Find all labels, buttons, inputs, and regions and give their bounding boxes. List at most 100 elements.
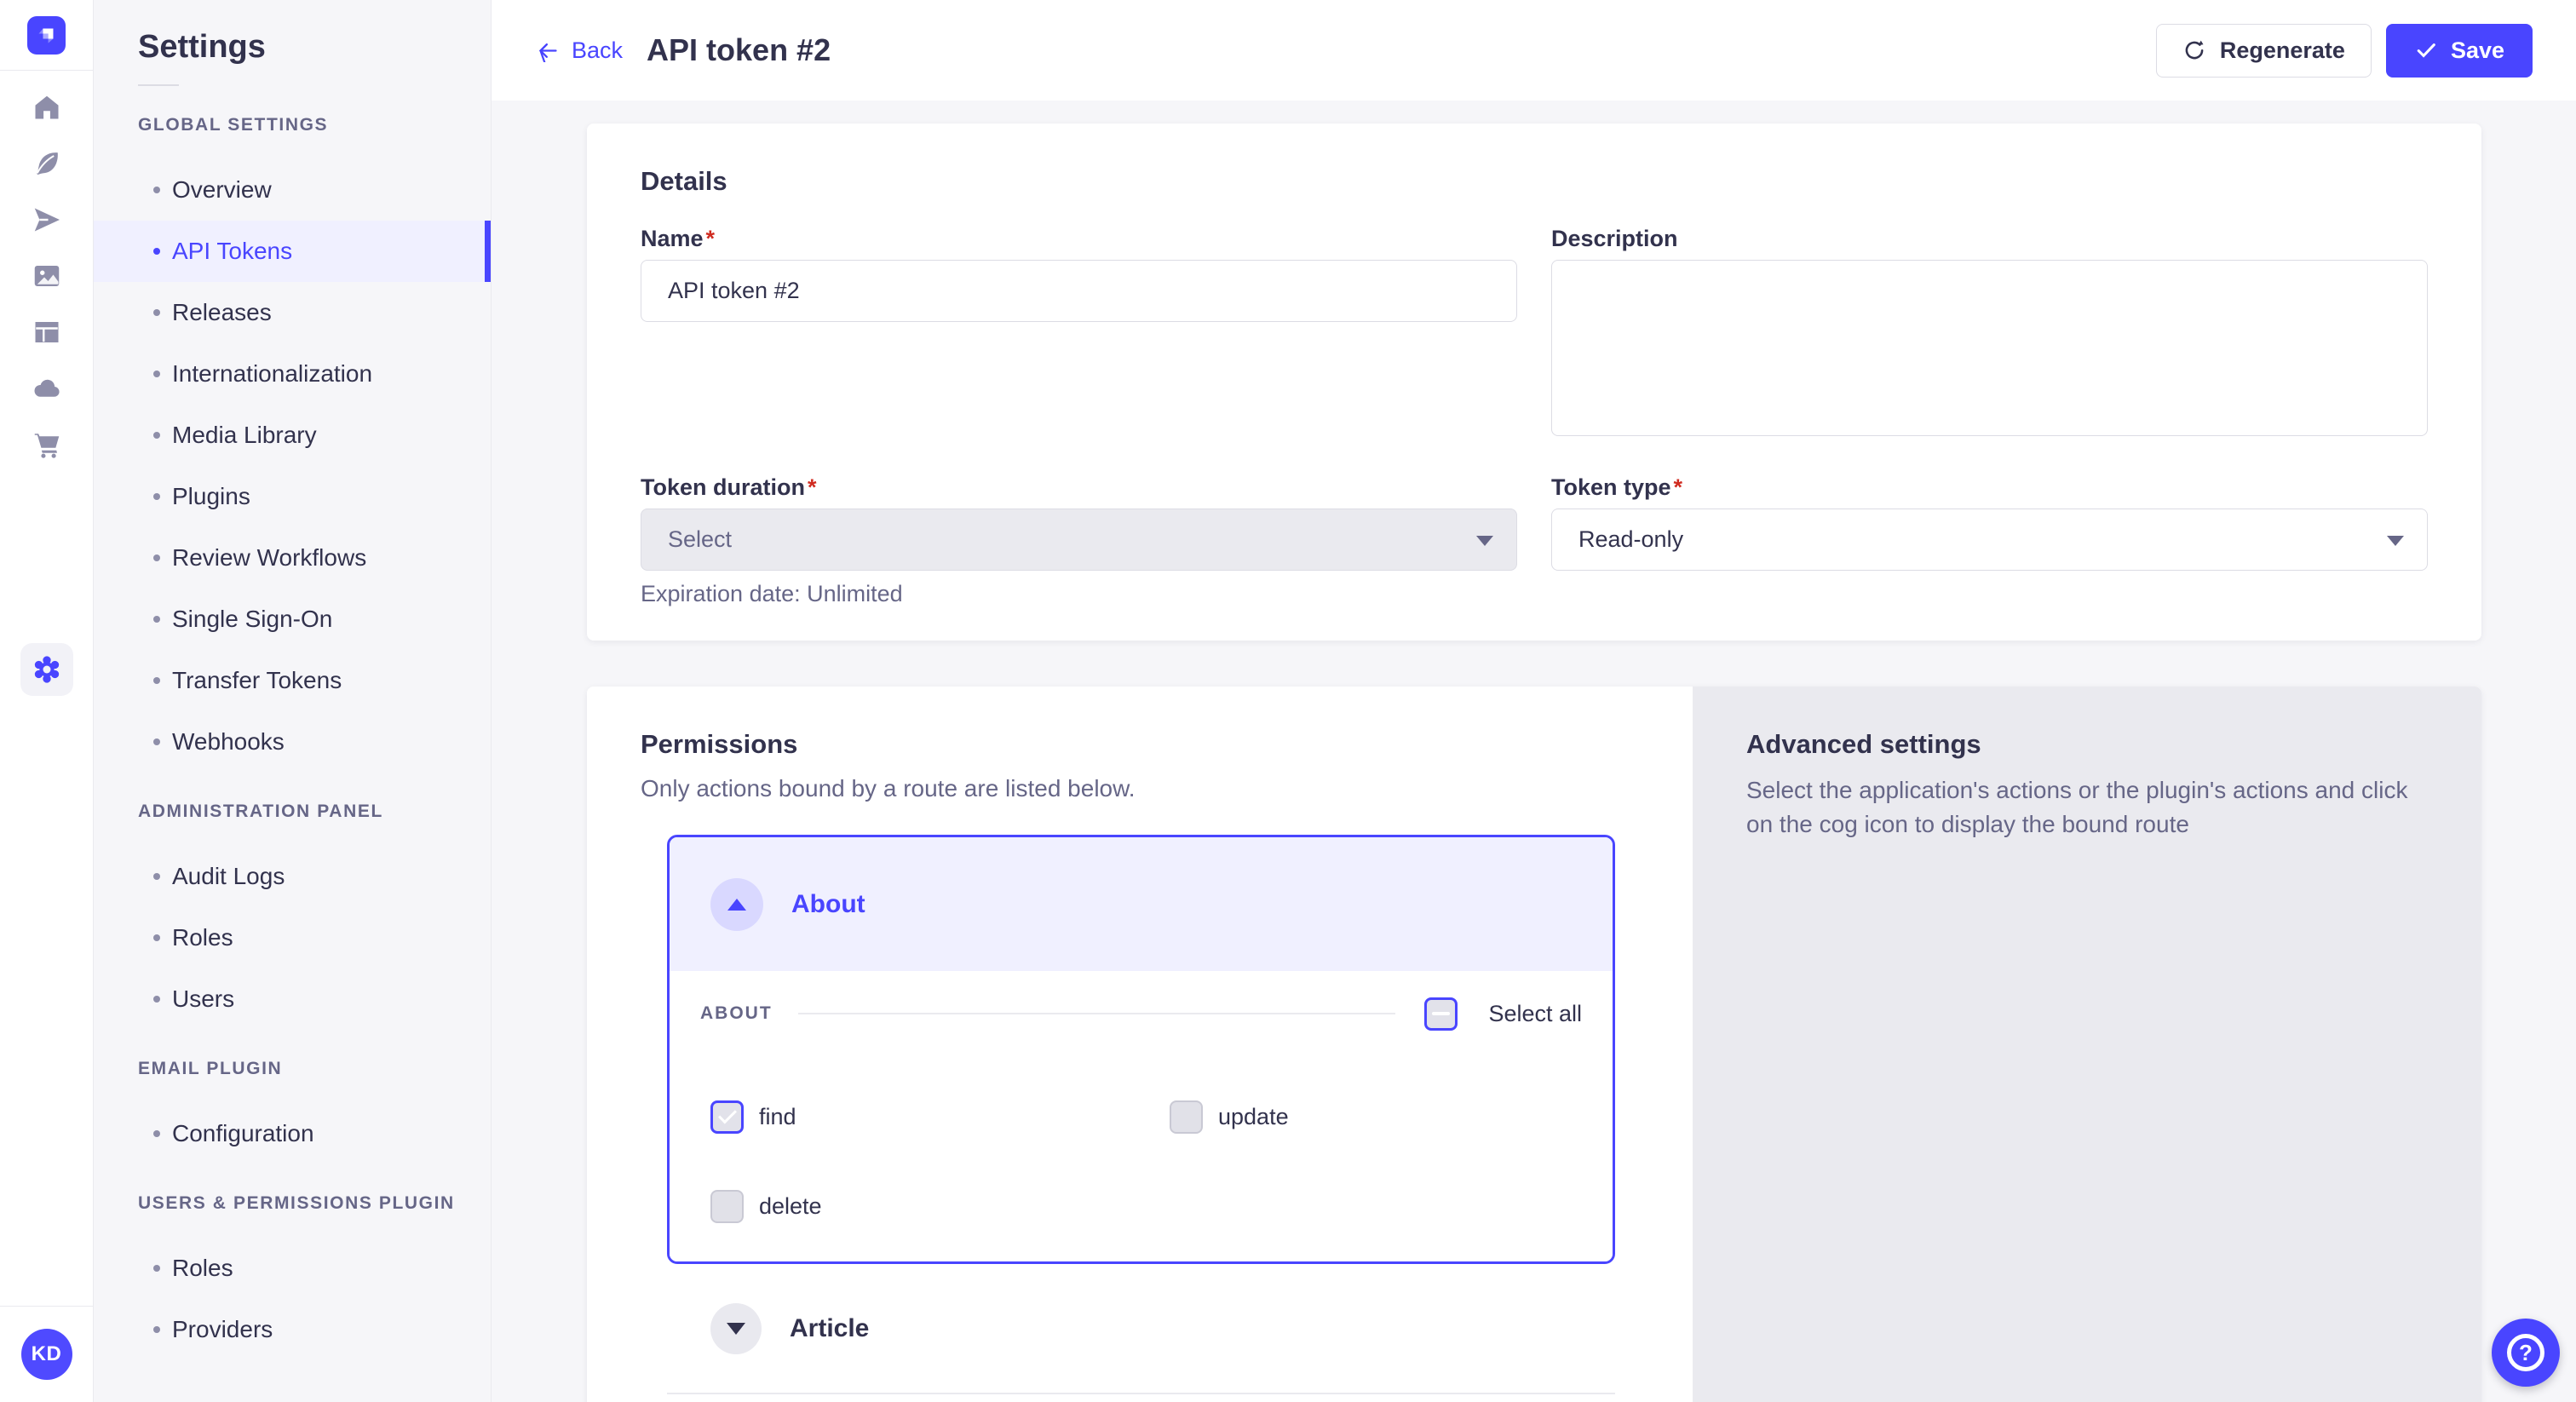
advanced-settings-text: Select the application's actions or the … bbox=[1746, 773, 2428, 842]
settings-sidebar: Settings GLOBAL SETTINGS Overview API To… bbox=[94, 0, 492, 1402]
sidebar-item-plugins[interactable]: Plugins bbox=[94, 466, 491, 527]
find-label: find bbox=[759, 1104, 796, 1130]
select-all-control[interactable]: Select all bbox=[1424, 997, 1582, 1031]
name-field-group: Name* bbox=[641, 224, 1517, 440]
type-field-group: Token type* Read-only bbox=[1551, 473, 2428, 607]
chevron-down-icon bbox=[2387, 536, 2404, 546]
accordion-article-title: Article bbox=[790, 1314, 869, 1343]
accordion-about-header[interactable]: About bbox=[670, 837, 1613, 971]
advanced-settings-title: Advanced settings bbox=[1746, 727, 2428, 761]
layout-icon[interactable] bbox=[0, 304, 94, 360]
sidebar-item-admin-roles[interactable]: Roles bbox=[94, 907, 491, 968]
token-type-label: Token type* bbox=[1551, 473, 2428, 502]
feather-icon[interactable] bbox=[0, 135, 94, 192]
sidebar-item-transfer-tokens[interactable]: Transfer Tokens bbox=[94, 650, 491, 711]
accordion-about: About ABOUT Select all bbox=[667, 835, 1615, 1264]
sidebar-item-media-library[interactable]: Media Library bbox=[94, 405, 491, 466]
accordion-article-header[interactable]: Article bbox=[667, 1264, 1615, 1394]
save-button[interactable]: Save bbox=[2386, 24, 2533, 78]
regenerate-label: Regenerate bbox=[2220, 37, 2345, 64]
back-link[interactable]: Back bbox=[537, 37, 623, 64]
sidebar-item-review-workflows[interactable]: Review Workflows bbox=[94, 527, 491, 589]
gear-icon-active[interactable] bbox=[20, 643, 73, 696]
description-textarea[interactable] bbox=[1551, 260, 2428, 436]
avatar[interactable]: KD bbox=[21, 1329, 72, 1380]
required-asterisk: * bbox=[706, 226, 716, 251]
permissions-card: Permissions Only actions bound by a rout… bbox=[587, 687, 2481, 1402]
details-form: Name* Description Token duration* Select… bbox=[641, 224, 2428, 607]
email-plugin-list: Configuration bbox=[94, 1103, 491, 1164]
required-asterisk: * bbox=[808, 474, 817, 500]
expiration-hint: Expiration date: Unlimited bbox=[641, 581, 1517, 607]
section-label-users-permissions-plugin: USERS & PERMISSIONS PLUGIN bbox=[138, 1193, 491, 1214]
cloud-icon[interactable] bbox=[0, 360, 94, 417]
rail-nav bbox=[0, 71, 93, 696]
icon-rail: KD bbox=[0, 0, 94, 1402]
sidebar-item-overview[interactable]: Overview bbox=[94, 159, 491, 221]
refresh-icon bbox=[2182, 38, 2206, 62]
permissions-title: Permissions bbox=[641, 727, 1639, 761]
sidebar-item-audit-logs[interactable]: Audit Logs bbox=[94, 846, 491, 907]
sidebar-title: Settings bbox=[138, 29, 491, 66]
name-input[interactable] bbox=[641, 260, 1517, 322]
find-checkbox[interactable] bbox=[710, 1100, 744, 1134]
regenerate-button[interactable]: Regenerate bbox=[2156, 24, 2372, 78]
select-all-checkbox[interactable] bbox=[1424, 997, 1458, 1031]
sidebar-item-up-roles[interactable]: Roles bbox=[94, 1238, 491, 1299]
main-area: Back API token #2 Regenerate Save Detail… bbox=[492, 0, 2576, 1402]
sidebar-item-single-sign-on[interactable]: Single Sign-On bbox=[94, 589, 491, 650]
help-button[interactable]: ? bbox=[2492, 1319, 2560, 1387]
chevron-up-icon bbox=[727, 899, 746, 911]
sidebar-item-providers[interactable]: Providers bbox=[94, 1299, 491, 1360]
duration-field-group: Token duration* Select Expiration date: … bbox=[641, 473, 1517, 607]
permissions-panel: Permissions Only actions bound by a rout… bbox=[587, 687, 1693, 1402]
permissions-subtitle: Only actions bound by a route are listed… bbox=[641, 773, 1639, 804]
accordion-about-body: ABOUT Select all find bbox=[670, 971, 1613, 1261]
action-delete[interactable]: delete bbox=[710, 1190, 1170, 1223]
sidebar-item-api-tokens[interactable]: API Tokens bbox=[94, 221, 491, 282]
paper-plane-icon[interactable] bbox=[0, 192, 94, 248]
chevron-down-icon bbox=[1476, 536, 1493, 546]
home-icon[interactable] bbox=[0, 79, 94, 135]
update-checkbox[interactable] bbox=[1170, 1100, 1203, 1134]
sidebar-item-webhooks[interactable]: Webhooks bbox=[94, 711, 491, 773]
sidebar-divider bbox=[138, 84, 179, 86]
action-find[interactable]: find bbox=[710, 1100, 1170, 1134]
section-label-global-settings: GLOBAL SETTINGS bbox=[138, 115, 491, 135]
check-icon bbox=[2414, 38, 2438, 62]
page-content: Details Name* Description Token duration… bbox=[492, 101, 2576, 1402]
about-section-row: ABOUT Select all bbox=[700, 971, 1582, 1056]
token-type-value: Read-only bbox=[1578, 526, 1683, 553]
about-section-label: ABOUT bbox=[700, 1003, 773, 1024]
rail-logo-area bbox=[0, 0, 93, 71]
page-title: API token #2 bbox=[647, 32, 831, 68]
sidebar-item-internationalization[interactable]: Internationalization bbox=[94, 343, 491, 405]
advanced-settings-panel: Advanced settings Select the application… bbox=[1693, 687, 2481, 1402]
sidebar-item-releases[interactable]: Releases bbox=[94, 282, 491, 343]
delete-label: delete bbox=[759, 1193, 822, 1220]
token-duration-select[interactable]: Select bbox=[641, 509, 1517, 571]
cart-icon[interactable] bbox=[0, 417, 94, 473]
global-settings-list: Overview API Tokens Releases Internation… bbox=[94, 159, 491, 773]
section-divider bbox=[798, 1013, 1396, 1014]
sidebar-item-configuration[interactable]: Configuration bbox=[94, 1103, 491, 1164]
media-icon[interactable] bbox=[0, 248, 94, 304]
details-title: Details bbox=[641, 164, 2428, 198]
strapi-logo[interactable] bbox=[27, 16, 66, 55]
sidebar-item-users[interactable]: Users bbox=[94, 968, 491, 1030]
section-label-email-plugin: EMAIL PLUGIN bbox=[138, 1059, 491, 1079]
update-label: update bbox=[1218, 1104, 1289, 1130]
token-type-select[interactable]: Read-only bbox=[1551, 509, 2428, 571]
required-asterisk: * bbox=[1674, 474, 1683, 500]
action-update[interactable]: update bbox=[1170, 1100, 1582, 1134]
token-duration-label: Token duration* bbox=[641, 473, 1517, 502]
permissions-accordions: About ABOUT Select all bbox=[667, 835, 1615, 1394]
administration-panel-list: Audit Logs Roles Users bbox=[94, 846, 491, 1030]
chevron-down-button[interactable] bbox=[710, 1303, 762, 1354]
users-permissions-list: Roles Providers bbox=[94, 1238, 491, 1360]
save-label: Save bbox=[2451, 37, 2504, 64]
page-header: Back API token #2 Regenerate Save bbox=[492, 0, 2576, 101]
help-icon: ? bbox=[2507, 1334, 2544, 1371]
delete-checkbox[interactable] bbox=[710, 1190, 744, 1223]
chevron-up-button[interactable] bbox=[710, 878, 763, 931]
